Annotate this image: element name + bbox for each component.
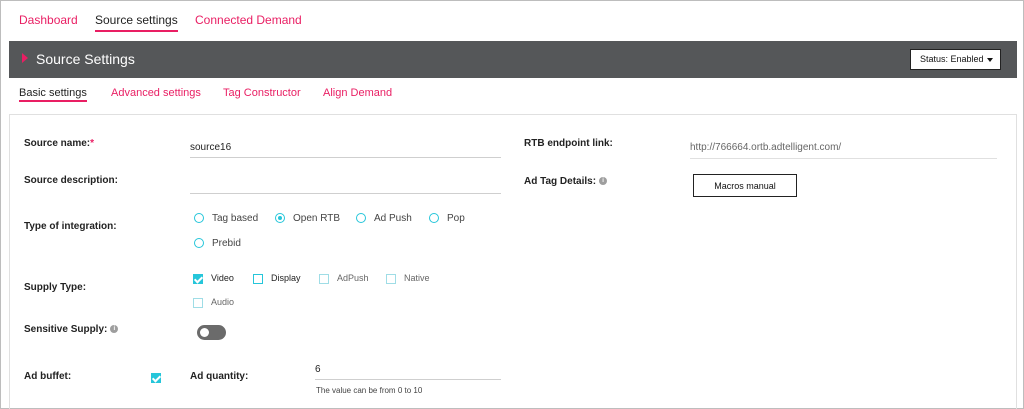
status-dropdown-button[interactable]: Status: Enabled bbox=[910, 49, 1001, 70]
collapse-arrow-icon[interactable] bbox=[22, 53, 28, 63]
option-label: Ad Push bbox=[374, 213, 412, 224]
tab-connected-demand[interactable]: Connected Demand bbox=[195, 13, 302, 27]
checkbox-audio[interactable] bbox=[193, 298, 203, 308]
supply-type-label: Supply Type: bbox=[24, 282, 87, 293]
radio-ad-push[interactable] bbox=[356, 213, 366, 223]
checkbox-label: Native bbox=[404, 273, 430, 283]
option-label: Tag based bbox=[212, 213, 259, 224]
option-label: Prebid bbox=[212, 238, 241, 249]
ad-quantity-label: Ad quantity: bbox=[190, 371, 249, 382]
option-label: Open RTB bbox=[293, 213, 341, 224]
subtab-basic-settings[interactable]: Basic settings bbox=[19, 87, 87, 102]
subtab-tag-constructor[interactable]: Tag Constructor bbox=[223, 87, 301, 99]
checkbox-adpush[interactable] bbox=[319, 274, 329, 284]
integration-type-label: Type of integration: bbox=[24, 221, 117, 232]
required-mark: * bbox=[90, 138, 95, 149]
ad-quantity-hint: The value can be from 0 to 10 bbox=[316, 386, 423, 395]
source-description-label: Source description: bbox=[24, 175, 118, 186]
ad-quantity-input[interactable]: 6 bbox=[315, 362, 501, 380]
info-icon: i bbox=[110, 325, 119, 334]
radio-tag-based[interactable] bbox=[194, 213, 204, 223]
checkbox-label: Audio bbox=[211, 297, 235, 307]
ad-buffet-label: Ad buffet: bbox=[24, 371, 72, 382]
radio-open-rtb[interactable] bbox=[275, 213, 285, 223]
section-title: Source Settings bbox=[36, 51, 135, 67]
rtb-endpoint-link[interactable]: http://766664.ortb.adtelligent.com/ bbox=[690, 142, 841, 153]
divider bbox=[690, 158, 997, 159]
macros-manual-button[interactable]: Macros manual bbox=[693, 174, 797, 197]
ad-buffet-checkbox[interactable] bbox=[151, 373, 161, 383]
radio-prebid[interactable] bbox=[194, 238, 204, 248]
option-label: Pop bbox=[447, 213, 465, 224]
tab-dashboard[interactable]: Dashboard bbox=[19, 13, 78, 27]
source-description-input[interactable] bbox=[190, 176, 501, 194]
source-name-label: Source name:* bbox=[24, 138, 95, 149]
subtab-align-demand[interactable]: Align Demand bbox=[323, 87, 392, 99]
source-name-input[interactable]: source16 bbox=[190, 140, 501, 158]
ad-tag-details-label: Ad Tag Details: i bbox=[524, 176, 608, 187]
sensitive-supply-toggle[interactable] bbox=[197, 325, 226, 340]
checkbox-label: Display bbox=[271, 273, 301, 283]
checkbox-label: AdPush bbox=[337, 273, 369, 283]
checkbox-label: Video bbox=[211, 273, 234, 283]
checkbox-display[interactable] bbox=[253, 274, 263, 284]
rtb-endpoint-label: RTB endpoint link: bbox=[524, 138, 613, 149]
section-header: Source Settings Status: Enabled bbox=[9, 41, 1017, 78]
info-icon: i bbox=[599, 177, 608, 186]
subtab-advanced-settings[interactable]: Advanced settings bbox=[111, 87, 201, 99]
checkbox-native[interactable] bbox=[386, 274, 396, 284]
top-navigation: Dashboard Source settings Connected Dema… bbox=[1, 1, 1023, 39]
status-label: Status: Enabled bbox=[920, 54, 984, 64]
caret-down-icon bbox=[986, 57, 993, 62]
checkbox-video[interactable] bbox=[193, 274, 203, 284]
radio-pop[interactable] bbox=[429, 213, 439, 223]
sensitive-supply-label: Sensitive Supply: i bbox=[24, 324, 119, 335]
tab-source-settings[interactable]: Source settings bbox=[95, 13, 178, 32]
